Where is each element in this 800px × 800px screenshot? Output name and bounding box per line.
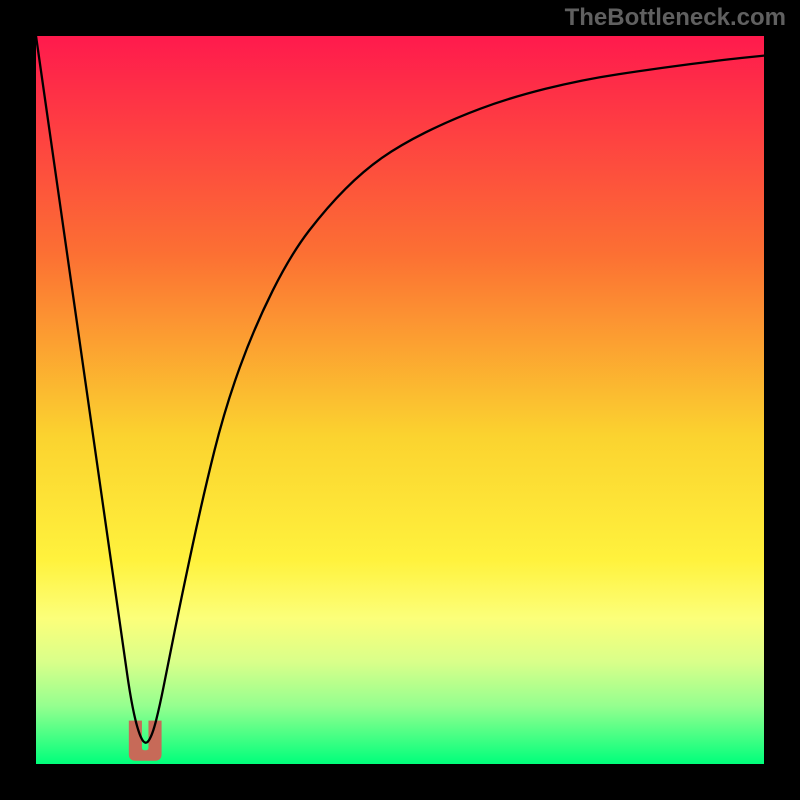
- plot-area: [36, 36, 764, 764]
- chart-svg: [36, 36, 764, 764]
- watermark-text: TheBottleneck.com: [565, 4, 786, 32]
- chart-frame: TheBottleneck.com: [0, 0, 800, 800]
